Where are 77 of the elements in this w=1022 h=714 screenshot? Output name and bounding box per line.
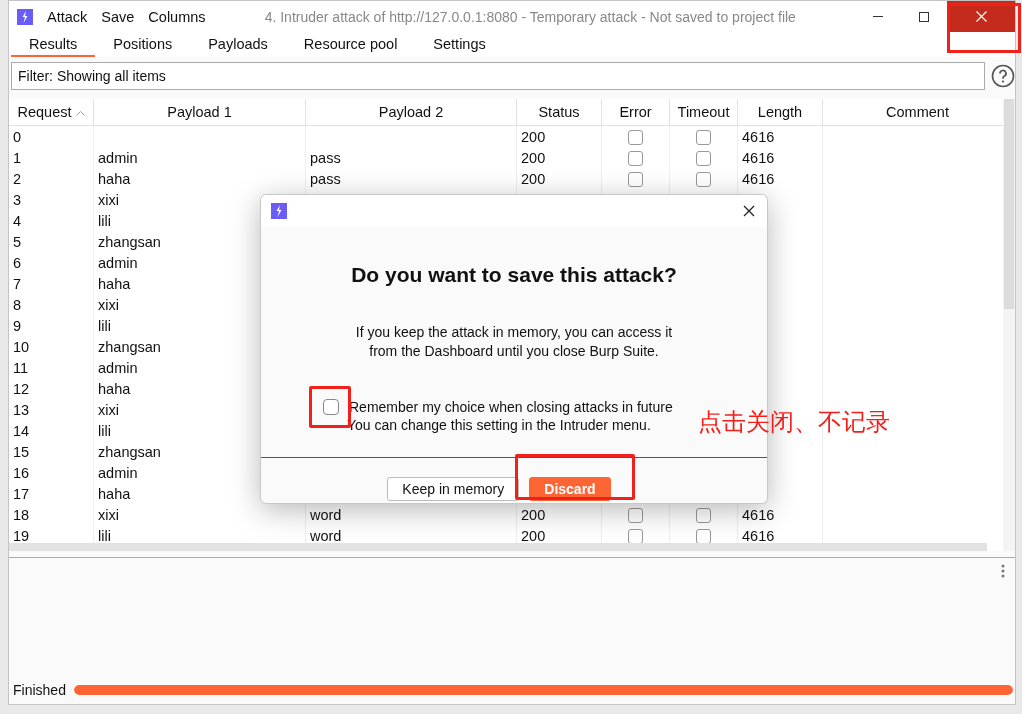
keep-button[interactable]: Keep in memory xyxy=(387,477,520,501)
table-cell: 1 xyxy=(13,149,22,166)
table-cell: lili xyxy=(98,317,111,334)
table-cell: 200 xyxy=(521,128,546,145)
table-cell: 17 xyxy=(13,485,30,502)
table-cell: xixi xyxy=(98,191,119,208)
column-header[interactable]: Timeout xyxy=(677,104,730,120)
table-cell: 6 xyxy=(13,254,22,271)
column-header[interactable]: Payload 2 xyxy=(378,104,444,120)
tab[interactable]: Results xyxy=(11,32,96,57)
remember-label: Remember my choice when closing attacks in future xyxy=(349,399,673,415)
table-cell: zhangsan xyxy=(98,443,161,460)
dialog-message: If you keep the attack in memory, you can access it from the Dashboard until you close Burp Suite. xyxy=(354,323,674,361)
table-cell: haha xyxy=(98,275,131,292)
column-header[interactable]: Payload 1 xyxy=(167,104,232,120)
filter-bar[interactable]: Filter: Showing all items xyxy=(11,62,985,90)
table-cell: 4616 xyxy=(742,128,775,145)
window-title: 4. Intruder attack of http://127.0.0.1:8080 - Temporary attack - Not saved to project file xyxy=(263,8,797,25)
column-header[interactable]: Error xyxy=(619,104,652,120)
table-cell: admin xyxy=(98,149,138,166)
table-cell: xixi xyxy=(98,506,119,523)
table-cell: 4616 xyxy=(742,527,775,544)
column-header[interactable]: Comment xyxy=(886,104,949,120)
table-cell: admin xyxy=(98,254,138,271)
table-cell: 8 xyxy=(13,296,22,313)
table-cell: 15 xyxy=(13,443,30,460)
table-cell: admin xyxy=(98,359,138,376)
table-cell: haha xyxy=(98,170,131,187)
tab[interactable]: Payloads xyxy=(190,32,286,57)
table-cell: 2 xyxy=(13,170,22,187)
annotation-text: 点击关闭、不记录 xyxy=(698,407,890,438)
table-cell: 200 xyxy=(521,527,546,544)
table-cell: 12 xyxy=(13,380,30,397)
table-cell: zhangsan xyxy=(98,233,161,250)
table-cell: word xyxy=(310,506,342,523)
table-cell: word xyxy=(310,527,342,544)
table-cell: 13 xyxy=(13,401,30,418)
table-cell: lili xyxy=(98,422,111,439)
status-text: Finished xyxy=(13,682,66,698)
menu-item[interactable]: Attack xyxy=(47,8,88,25)
tab[interactable]: Settings xyxy=(415,32,504,57)
table-cell: haha xyxy=(98,380,131,397)
table-cell: 10 xyxy=(13,338,30,355)
dialog-heading: Do you want to save this attack? xyxy=(350,263,678,287)
table-cell: lili xyxy=(98,212,111,229)
column-header[interactable]: Status xyxy=(538,104,580,120)
table-cell: xixi xyxy=(98,296,119,313)
table-cell: lili xyxy=(98,527,111,544)
menu-item[interactable]: Columns xyxy=(148,8,206,25)
table-cell: xixi xyxy=(98,401,119,418)
table-cell: 200 xyxy=(521,149,546,166)
column-header[interactable]: Request xyxy=(17,104,72,120)
table-cell: 14 xyxy=(13,422,30,439)
table-cell: 5 xyxy=(13,233,22,250)
table-cell: 0 xyxy=(13,128,22,145)
table-cell: pass xyxy=(310,170,341,187)
tab[interactable]: Positions xyxy=(95,32,191,57)
table-cell: 200 xyxy=(521,170,546,187)
table-cell: 19 xyxy=(13,527,30,544)
table-cell: 7 xyxy=(13,275,22,292)
table-cell: 11 xyxy=(13,359,29,376)
menu-item[interactable]: Save xyxy=(101,8,135,25)
table-cell: admin xyxy=(98,464,138,481)
table-cell: 200 xyxy=(521,506,546,523)
table-cell: 18 xyxy=(13,506,30,523)
table-cell: 4616 xyxy=(742,506,775,523)
table-cell: 9 xyxy=(13,317,22,334)
tab[interactable]: Resource pool xyxy=(285,32,416,57)
table-cell: 4616 xyxy=(742,170,775,187)
table-cell: 16 xyxy=(13,464,30,481)
table-cell: pass xyxy=(310,149,341,166)
table-cell: haha xyxy=(98,485,131,502)
table-cell: zhangsan xyxy=(98,338,161,355)
table-cell: 4616 xyxy=(742,149,775,166)
table-cell: 4 xyxy=(13,212,22,229)
column-header[interactable]: Length xyxy=(757,104,803,120)
table-cell: 3 xyxy=(13,191,22,208)
